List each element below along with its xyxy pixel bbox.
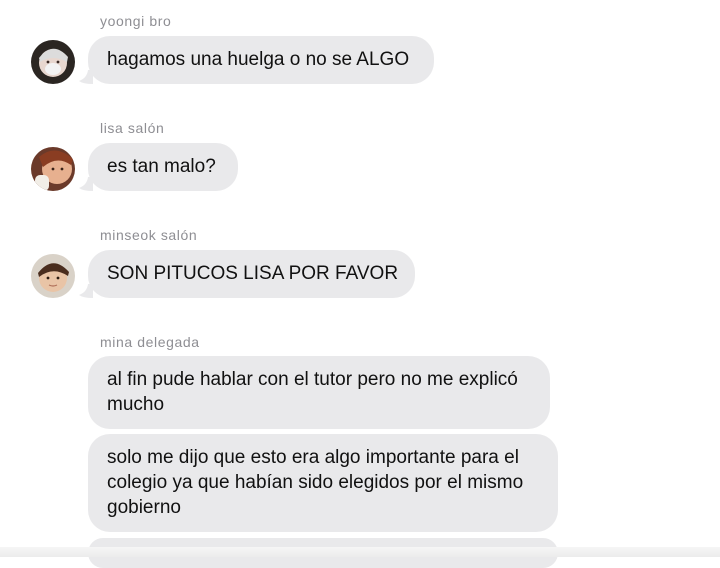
avatar[interactable]: [31, 254, 75, 298]
sender-name: lisa salón: [100, 120, 165, 136]
message-bubble[interactable]: hagamos una huelga o no se ALGO: [88, 36, 434, 84]
bottom-edge: [0, 547, 720, 557]
sender-name: minseok salón: [100, 227, 198, 243]
message-bubble[interactable]: SON PITUCOS LISA POR FAVOR: [88, 250, 415, 298]
chat-thread: yoongi bro hagamos una huelga o no se AL…: [0, 0, 720, 568]
message-bubble[interactable]: al fin pude hablar con el tutor pero no …: [88, 356, 550, 429]
message-bubble[interactable]: solo me dijo que esto era algo important…: [88, 434, 558, 532]
message-bubble[interactable]: es tan malo?: [88, 143, 238, 191]
avatar-yoongi-icon: [31, 40, 75, 84]
avatar[interactable]: [31, 147, 75, 191]
sender-name: yoongi bro: [100, 13, 172, 29]
avatar[interactable]: [31, 40, 75, 84]
avatar-lisa-icon: [31, 147, 75, 191]
sender-name: mina delegada: [100, 334, 200, 350]
avatar-minseok-icon: [31, 254, 75, 298]
